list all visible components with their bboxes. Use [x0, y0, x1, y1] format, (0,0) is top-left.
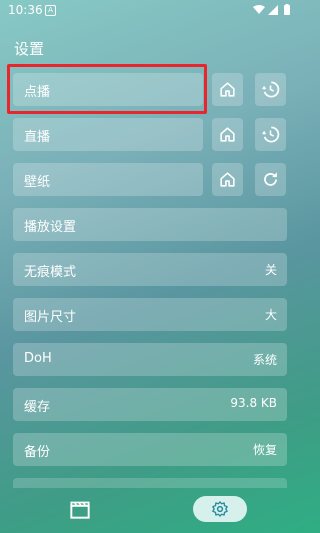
wallpaper-home-button[interactable] — [212, 163, 243, 196]
doh-row[interactable]: DoH 系统 — [13, 343, 287, 376]
home-icon — [220, 172, 235, 187]
restore-button[interactable]: 恢复 — [253, 441, 277, 458]
wallpaper-row[interactable]: 壁纸 — [13, 163, 203, 196]
wallpaper-label: 壁纸 — [24, 175, 51, 190]
image-size-value: 大 — [264, 308, 277, 322]
live-row[interactable]: 直播 — [13, 118, 203, 151]
selected-row-highlight — [7, 64, 207, 114]
notification-icon: A — [45, 5, 56, 16]
battery-icon — [284, 5, 290, 15]
status-bar: 10:36 A — [0, 0, 300, 22]
image-size-row[interactable]: 图片尺寸 大 — [13, 298, 287, 331]
cache-label: 缓存 — [24, 400, 51, 415]
vod-home-button[interactable] — [212, 73, 243, 106]
nav-tab-media[interactable] — [67, 496, 93, 522]
backup-row[interactable]: 备份 恢复 — [13, 433, 287, 466]
incognito-label: 无痕模式 — [24, 265, 77, 280]
doh-label: DoH — [24, 351, 52, 366]
home-icon — [220, 127, 235, 142]
player-settings-label: 播放设置 — [24, 220, 77, 235]
image-size-label: 图片尺寸 — [24, 310, 77, 325]
movie-clapper-icon — [70, 501, 90, 519]
live-label: 直播 — [24, 130, 51, 145]
gear-icon — [212, 501, 228, 517]
nav-tab-settings[interactable] — [193, 496, 247, 522]
home-icon — [220, 82, 235, 97]
cache-value: 93.8 KB — [230, 396, 277, 410]
refresh-icon — [264, 172, 277, 186]
backup-label: 备份 — [24, 445, 51, 460]
wallpaper-refresh-button[interactable] — [255, 163, 286, 196]
vod-history-button[interactable] — [255, 73, 286, 106]
live-history-button[interactable] — [255, 118, 286, 151]
signal-icon — [268, 5, 278, 15]
history-icon — [261, 126, 280, 143]
wifi-icon — [253, 5, 265, 14]
status-icons — [253, 4, 290, 15]
incognito-row[interactable]: 无痕模式 关 — [13, 253, 287, 286]
status-time: 10:36 — [8, 3, 43, 17]
history-icon — [261, 81, 280, 98]
live-home-button[interactable] — [212, 118, 243, 151]
bottom-navigation — [0, 482, 300, 533]
incognito-value: 关 — [264, 263, 277, 277]
page-title: 设置 — [14, 40, 45, 58]
doh-value: 系统 — [252, 353, 277, 367]
cache-row[interactable]: 缓存 93.8 KB — [13, 388, 287, 421]
player-settings-row[interactable]: 播放设置 — [13, 208, 287, 241]
